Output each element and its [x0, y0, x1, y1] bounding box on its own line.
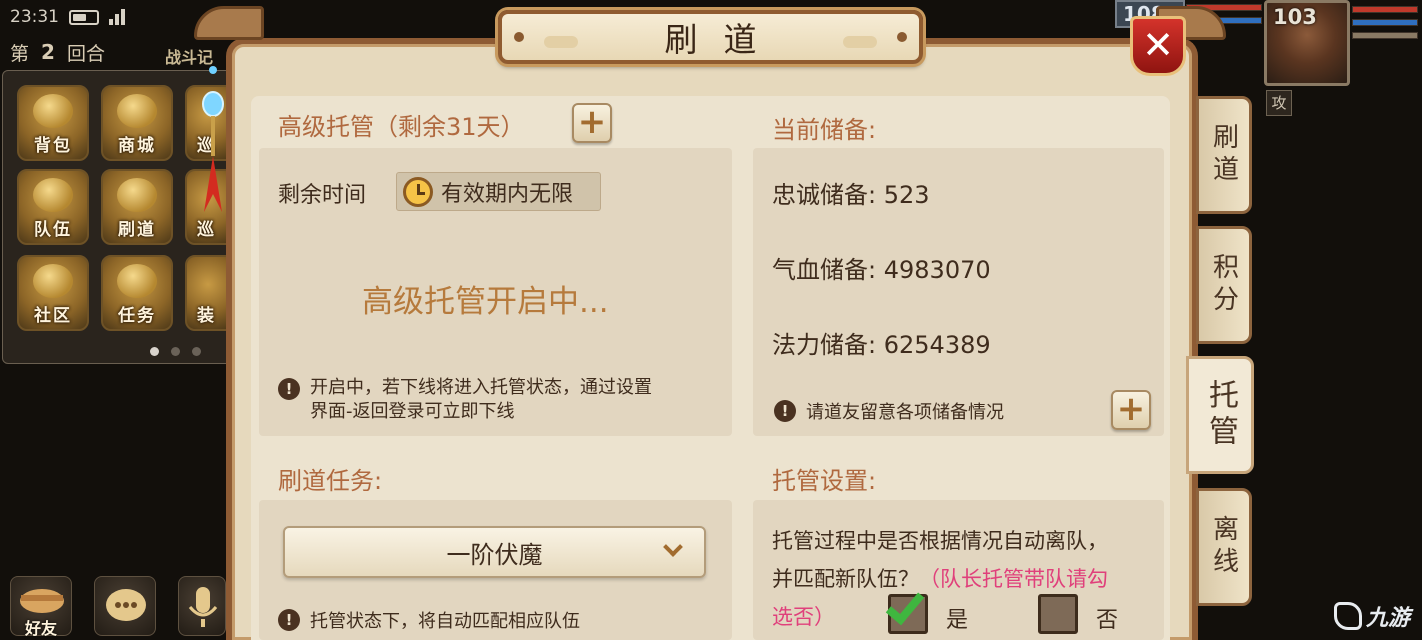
scroll-icon	[117, 178, 157, 212]
clock-time: 23:31	[10, 7, 59, 27]
menu-community-button[interactable]: 社区	[17, 255, 89, 331]
remaining-time-label: 剩余时间	[278, 183, 367, 208]
hosting-status: 高级托管开启中...	[362, 284, 609, 320]
hosting-notice: 开启中，若下线将进入托管状态，通过设置 界面-返回登录可立即下线	[310, 377, 652, 422]
hp-reserve: 气血储备: 4983070	[772, 256, 991, 284]
no-checkbox[interactable]	[1038, 594, 1078, 634]
tab-shuadao[interactable]: 刷道	[1196, 96, 1252, 214]
quest-scroll-icon	[117, 264, 157, 298]
quick-menu-panel: 背包 商城 巡 队伍 刷道 巡 社区 任务 装	[2, 70, 232, 364]
plus-icon: +	[1116, 389, 1146, 429]
settings-heading: 托管设置:	[772, 467, 877, 495]
hosting-heading: 高级托管（剩余31天）	[278, 113, 525, 141]
dialog-title: 刷道	[664, 20, 783, 59]
dialog-title-plate: 刷道	[498, 10, 923, 64]
player-portrait[interactable]: 103	[1264, 0, 1350, 86]
attack-tag[interactable]: 攻	[1266, 90, 1292, 116]
menu-shop-button[interactable]: 商城	[101, 85, 173, 161]
player-level: 103	[1273, 5, 1317, 29]
close-button[interactable]: ✕	[1130, 16, 1186, 76]
chat-icon	[106, 589, 146, 621]
player-status-bars	[1352, 6, 1418, 45]
battery-icon	[69, 9, 99, 25]
extend-hosting-button[interactable]: +	[572, 103, 612, 143]
menu-quest-button[interactable]: 任务	[101, 255, 173, 331]
alarm-clock-icon	[403, 176, 433, 207]
chevron-down-icon	[663, 537, 683, 557]
tab-points[interactable]: 积分	[1196, 226, 1252, 344]
watermark-logo: 九游	[1334, 600, 1410, 632]
reserve-heading: 当前储备:	[772, 116, 877, 144]
round-suffix: 回合	[66, 42, 105, 65]
task-select[interactable]: 一阶伏魔	[283, 526, 706, 578]
task-notice: 托管状态下，将自动匹配相应队伍	[310, 611, 580, 632]
potion-icon[interactable]	[200, 62, 226, 212]
task-heading: 刷道任务:	[278, 467, 383, 495]
mana-reserve: 法力储备: 6254389	[772, 331, 991, 359]
close-icon: ✕	[1142, 23, 1174, 67]
menu-pager[interactable]	[150, 347, 201, 356]
team-flag-icon	[33, 178, 73, 212]
round-prefix: 第	[10, 42, 30, 65]
warning-icon: !	[278, 609, 300, 631]
menu-team-button[interactable]: 队伍	[17, 169, 89, 245]
friends-button[interactable]: 好友	[10, 576, 72, 638]
plus-icon: +	[577, 102, 607, 142]
signal-icon	[109, 9, 125, 25]
task-select-value: 一阶伏魔	[446, 540, 543, 569]
validity-text: 有效期内无限	[441, 181, 574, 207]
yes-checkbox[interactable]	[885, 584, 928, 634]
tab-hosting[interactable]: 托管	[1186, 356, 1254, 474]
add-reserve-button[interactable]: +	[1111, 390, 1151, 430]
microphone-icon	[188, 587, 218, 627]
no-label: 否	[1096, 608, 1119, 633]
chat-button[interactable]	[94, 576, 156, 636]
bag-icon	[33, 94, 73, 128]
warning-icon: !	[774, 400, 796, 422]
pavilion-icon	[33, 264, 73, 298]
tab-offline[interactable]: 离线	[1196, 488, 1252, 606]
nine-game-logo-icon	[1334, 602, 1362, 630]
menu-equip-button[interactable]: 装	[185, 255, 231, 331]
menu-bag-button[interactable]: 背包	[17, 85, 89, 161]
validity-badge: 有效期内无限	[396, 172, 601, 211]
menu-shuadao-button[interactable]: 刷道	[101, 169, 173, 245]
loyalty-reserve: 忠诚储备: 523	[772, 181, 930, 209]
yes-label: 是	[946, 608, 969, 633]
gold-ingot-icon	[117, 94, 157, 128]
voice-button[interactable]	[178, 576, 226, 636]
reserve-notice: 请道友留意各项储备情况	[806, 402, 1004, 423]
round-number: 2	[41, 40, 55, 64]
warning-icon: !	[278, 378, 300, 400]
